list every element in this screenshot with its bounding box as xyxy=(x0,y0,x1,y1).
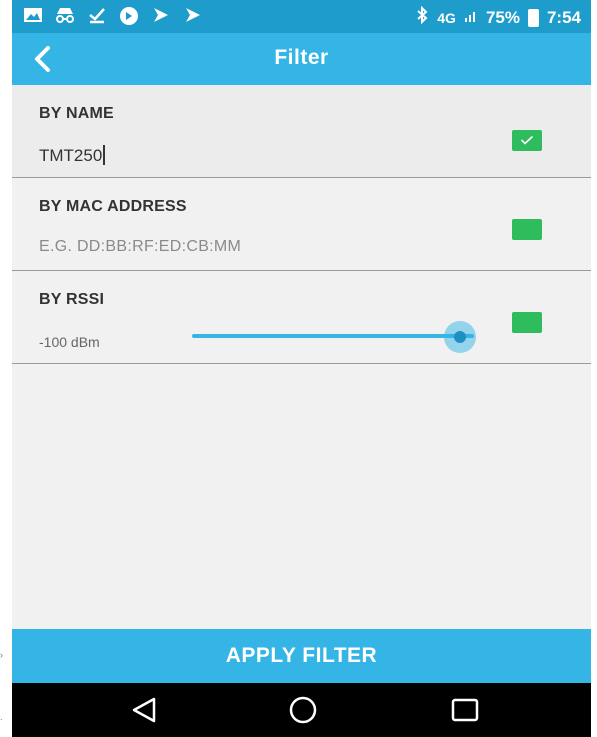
battery-percent: 75% xyxy=(485,7,520,27)
name-input-value: TMT250 xyxy=(39,146,103,165)
phone-screen: 4G 75% 7:54 Filter BY NAME TMT250 BY MAC… xyxy=(12,0,591,737)
by-mac-label: BY MAC ADDRESS xyxy=(39,198,187,215)
by-rssi-label: BY RSSI xyxy=(39,291,105,308)
notification-icons xyxy=(22,6,204,26)
circle-arrow-icon xyxy=(118,6,140,26)
app-bar: Filter xyxy=(12,33,591,85)
by-mac-checkbox[interactable] xyxy=(512,219,542,240)
text-cursor xyxy=(103,145,105,165)
check-icon xyxy=(520,135,534,145)
status-bar: 4G 75% 7:54 xyxy=(12,0,591,33)
play-tag-icon xyxy=(150,6,172,26)
signal-icon xyxy=(464,7,478,28)
slider-track[interactable] xyxy=(192,334,474,338)
network-type: 4G xyxy=(437,9,456,26)
nav-home-button[interactable] xyxy=(287,694,319,726)
filter-by-mac-section: BY MAC ADDRESS E.G. DD:BB:RF:ED:CB:MM xyxy=(12,178,591,271)
rssi-value: -100 dBm xyxy=(39,334,100,350)
filter-by-rssi-section: BY RSSI -100 dBm xyxy=(12,271,591,364)
bluetooth-icon xyxy=(415,5,429,29)
nav-back-button[interactable] xyxy=(128,694,160,726)
download-done-icon xyxy=(86,6,108,26)
nav-recents-button[interactable] xyxy=(449,694,481,726)
apply-filter-button[interactable]: APPLY FILTER xyxy=(12,629,591,683)
battery-icon xyxy=(527,8,539,27)
filter-by-name-section: BY NAME TMT250 xyxy=(12,85,591,178)
by-name-checkbox[interactable] xyxy=(512,130,542,151)
incognito-icon xyxy=(54,6,76,26)
page-title: Filter xyxy=(274,46,329,69)
slider-thumb[interactable] xyxy=(454,331,466,343)
system-status: 4G 75% 7:54 xyxy=(415,5,581,29)
triangle-back-icon xyxy=(132,697,156,723)
navigation-bar xyxy=(12,683,591,737)
edge-artifact: . xyxy=(0,712,3,722)
by-name-label: BY NAME xyxy=(39,105,114,122)
clock: 7:54 xyxy=(546,7,581,27)
play-tag-icon xyxy=(182,6,204,26)
circle-home-icon xyxy=(289,696,317,724)
by-rssi-checkbox[interactable] xyxy=(512,312,542,333)
rssi-slider[interactable] xyxy=(192,321,476,354)
edge-artifact: › xyxy=(0,650,3,660)
name-input[interactable]: TMT250 xyxy=(39,145,105,166)
mac-address-input[interactable]: E.G. DD:BB:RF:ED:CB:MM xyxy=(39,238,241,256)
image-icon xyxy=(22,6,44,26)
square-recents-icon xyxy=(451,698,479,722)
